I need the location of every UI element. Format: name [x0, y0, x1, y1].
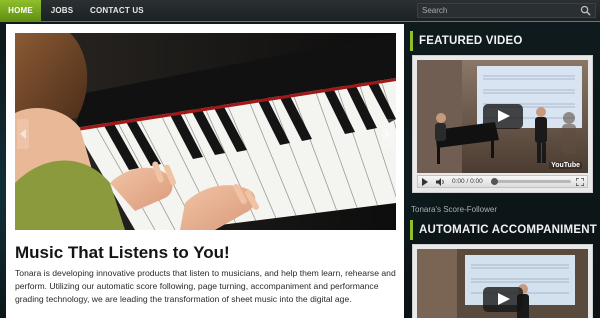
video-play-button[interactable]	[483, 104, 523, 129]
video-controls: 0:00 / 0:00	[417, 175, 588, 188]
fullscreen-icon[interactable]	[576, 178, 584, 186]
intro-paragraph: Tonara is developing innovative products…	[15, 268, 396, 304]
accompaniment-play-button[interactable]	[483, 287, 523, 312]
featured-video-heading: FEATURED VIDEO	[410, 31, 600, 51]
hero-slider	[15, 33, 396, 230]
search-input[interactable]	[422, 4, 572, 17]
search-box	[417, 3, 596, 18]
nav-home[interactable]: HOME	[0, 0, 41, 22]
play-icon	[498, 293, 510, 305]
sidebar: FEATURED VIDEO YouTube 0:00 / 0:00 Tonar…	[410, 24, 600, 318]
slider-next-button[interactable]	[382, 119, 394, 149]
hero-image-piano	[15, 33, 396, 230]
video-progress-bar[interactable]	[491, 178, 571, 185]
video-screen[interactable]: YouTube	[417, 60, 588, 173]
nav-jobs[interactable]: JOBS	[41, 0, 83, 22]
featured-video-caption: Tonara's Score-Follower	[411, 205, 498, 214]
video-time: 0:00 / 0:00	[452, 178, 483, 185]
arrow-left-icon	[20, 129, 26, 139]
volume-icon[interactable]	[436, 178, 446, 186]
youtube-logo: YouTube	[549, 162, 582, 169]
accompaniment-video-screen[interactable]	[417, 249, 588, 318]
slider-prev-button[interactable]	[17, 119, 29, 149]
search-icon[interactable]	[580, 5, 591, 16]
arrow-right-icon	[385, 129, 391, 139]
top-navigation-bar: HOME JOBS CONTACT US	[0, 0, 600, 22]
control-play-icon[interactable]	[422, 178, 428, 186]
nav-contact-us[interactable]: CONTACT US	[83, 0, 152, 22]
page-title: Music That Listens to You!	[15, 243, 230, 262]
automatic-accompaniment-heading: AUTOMATIC ACCOMPANIMENT	[410, 220, 600, 240]
accompaniment-video-player	[412, 244, 593, 318]
featured-video-player: YouTube 0:00 / 0:00	[412, 55, 593, 193]
play-icon	[498, 110, 510, 122]
main-content: Music That Listens to You! Tonara is dev…	[6, 24, 404, 318]
progress-knob[interactable]	[491, 178, 498, 185]
main-nav: HOME JOBS CONTACT US	[0, 0, 152, 22]
